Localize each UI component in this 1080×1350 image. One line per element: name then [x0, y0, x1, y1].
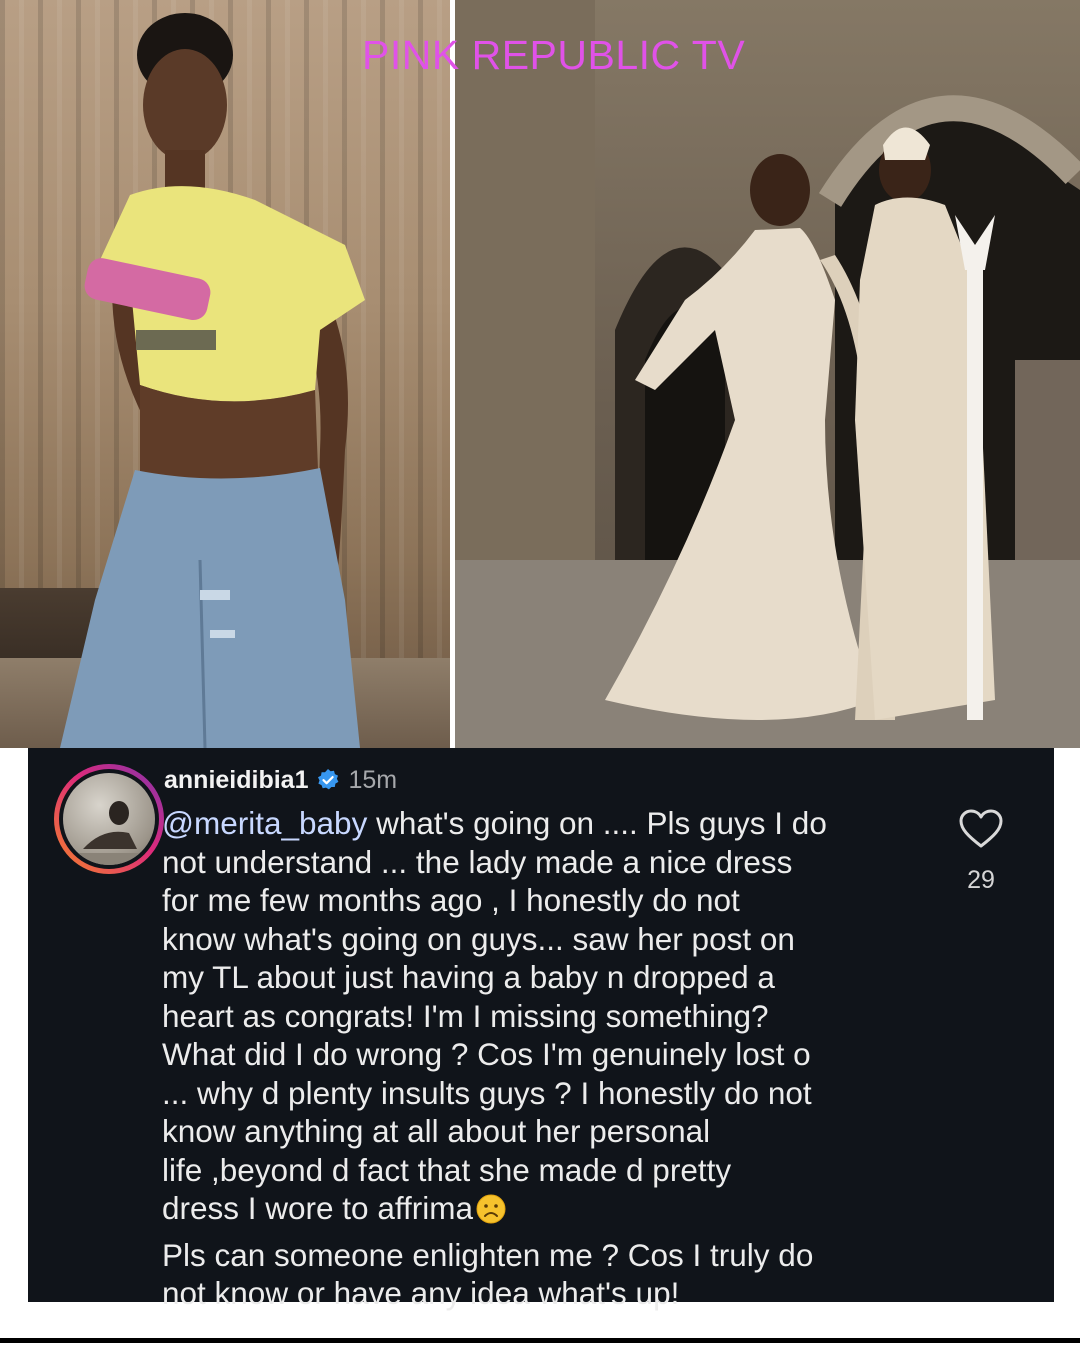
photo-couple-traditional-attire: [455, 0, 1080, 748]
comment-line: heart as congrats! I'm I missing somethi…: [162, 997, 769, 1034]
photo-collage: PINK REPUBLIC TV: [0, 0, 1080, 748]
comment-line: not understand ... the lady made a nice …: [162, 843, 793, 880]
comment-line: life ,beyond d fact that she made d pret…: [162, 1151, 732, 1188]
comment-text: @merita_baby what's going on .... Pls gu…: [162, 804, 922, 1313]
comment-line: ... why d plenty insults guys ? I honest…: [162, 1074, 812, 1111]
verified-badge-icon: [318, 769, 339, 790]
mention-link[interactable]: @merita_baby: [162, 805, 367, 841]
comment-line: my TL about just having a baby n dropped…: [162, 959, 775, 995]
username[interactable]: annieidibia1: [164, 766, 308, 795]
photo-woman-yellow-top: [0, 0, 450, 748]
woman-figure-illustration: [60, 13, 365, 748]
like-count: 29: [967, 866, 995, 894]
frowning-face-emoji-icon: [476, 1194, 506, 1224]
comment-line: dress I wore to affrima: [162, 1189, 922, 1228]
comment-line: not know or have any idea what's up!: [162, 1275, 680, 1311]
comment-line: @merita_baby what's going on .... Pls gu…: [162, 805, 827, 841]
comment-line: Pls can someone enlighten me ? Cos I tru…: [162, 1236, 814, 1273]
avatar-ring-gap: [59, 769, 159, 869]
couple-illustration: [455, 0, 1080, 748]
bottom-divider: [0, 1338, 1080, 1343]
heart-outline-icon[interactable]: [958, 808, 1004, 850]
avatar-figure-icon: [73, 801, 145, 865]
avatar[interactable]: [54, 764, 164, 874]
avatar-photo: [63, 773, 155, 865]
comment-line: for me few months ago , I honestly do no…: [162, 882, 740, 918]
comment-line: know anything at all about her personal: [162, 1113, 711, 1149]
comment-line: know what's going on guys... saw her pos…: [162, 920, 795, 957]
comment-timestamp: 15m: [348, 765, 398, 794]
comment-card: annieidibia1 15m @merita_baby what's goi…: [28, 748, 1054, 1311]
watermark-text: PINK REPUBLIC TV: [362, 32, 746, 78]
comment-header: annieidibia1 15m: [164, 762, 397, 798]
comment-line: What did I do wrong ? Cos I'm genuinely …: [162, 1036, 811, 1072]
